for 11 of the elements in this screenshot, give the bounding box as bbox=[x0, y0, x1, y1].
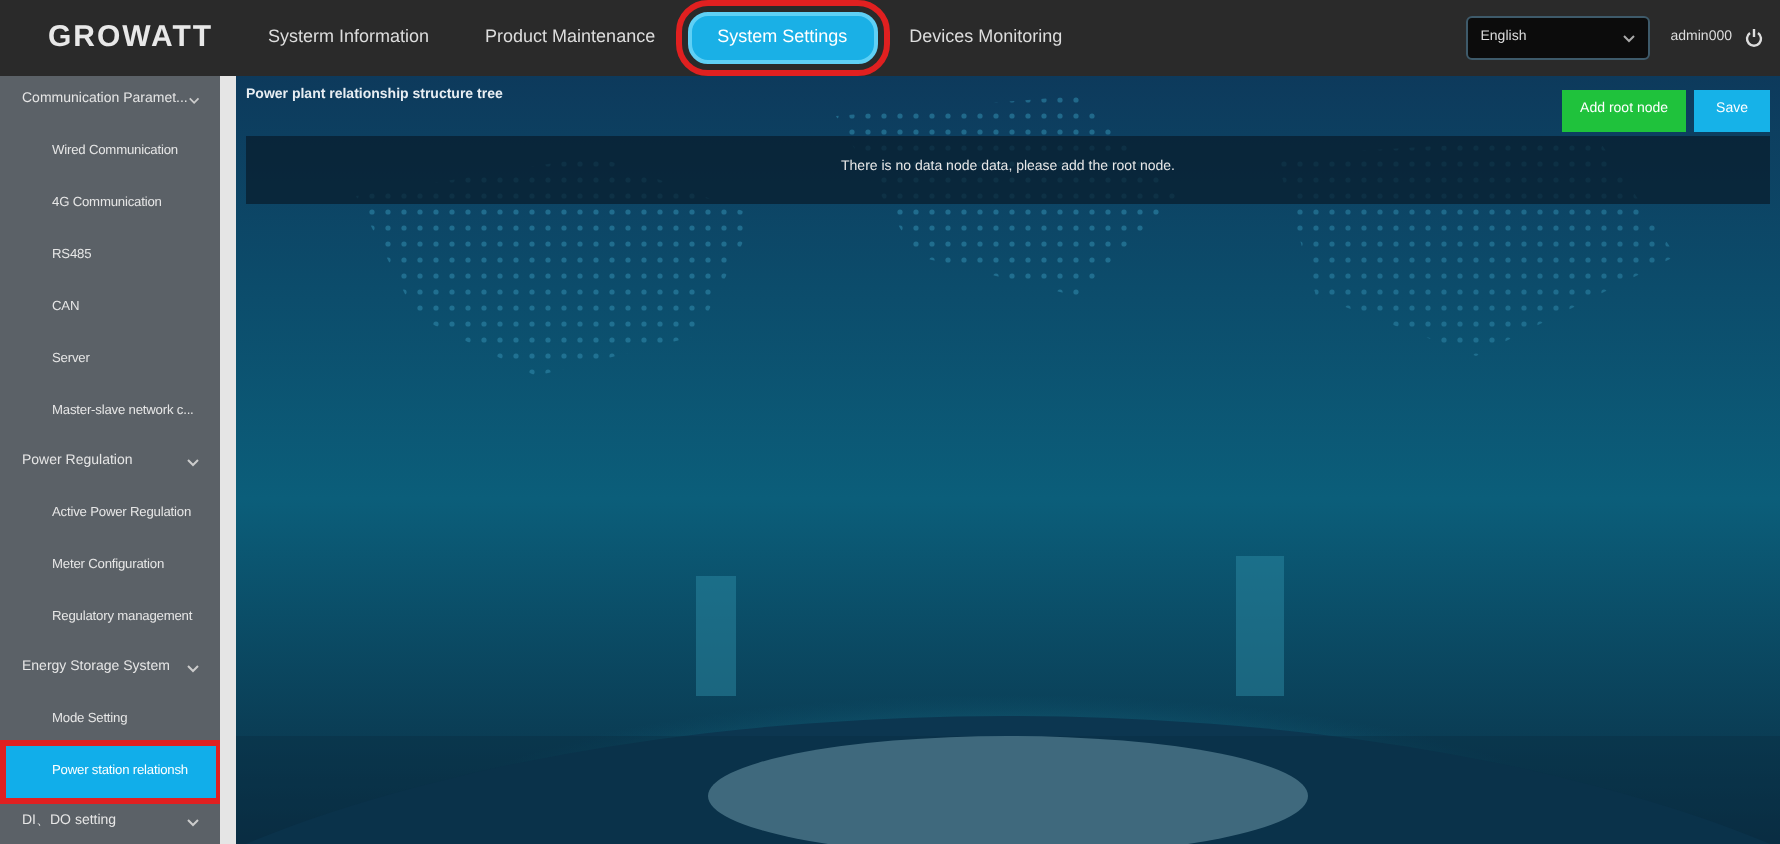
scrollbar[interactable] bbox=[220, 76, 236, 844]
chevron-icon bbox=[186, 458, 200, 468]
chevron-icon bbox=[187, 96, 200, 106]
logo: GROWATT bbox=[48, 17, 216, 58]
nav-tab[interactable]: Systerm Information bbox=[244, 12, 454, 64]
nav-tab[interactable]: Devices Monitoring bbox=[885, 12, 1087, 64]
chevron-icon bbox=[1622, 33, 1637, 43]
chevron-icon bbox=[186, 664, 200, 674]
power-icon[interactable] bbox=[1744, 28, 1764, 48]
nav-tab[interactable]: Product Maintenance bbox=[461, 12, 680, 64]
chevron-icon bbox=[186, 818, 200, 828]
